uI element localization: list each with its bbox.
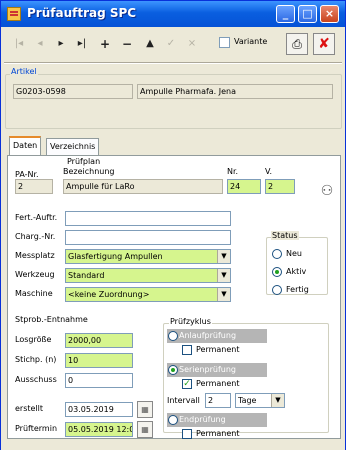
status-aktiv-label: Aktiv xyxy=(286,267,307,276)
serien-label: Serienprüfung xyxy=(179,365,236,374)
nav-next-button[interactable]: ▸ xyxy=(53,35,69,53)
serien-unit-value: Tage xyxy=(238,396,257,405)
tab-verzeichnis[interactable]: Verzeichnis xyxy=(46,138,100,155)
messplatz-label: Messplatz xyxy=(15,251,55,260)
anlauf-header: Anlaufprüfung xyxy=(167,329,267,343)
status-neu-radio[interactable] xyxy=(272,249,282,259)
delete-button[interactable]: ✘ xyxy=(313,33,335,55)
pa-nr-label: PA-Nr. xyxy=(15,170,39,179)
artikel-name-field[interactable]: Ampulle Pharmafa. Jena xyxy=(137,84,333,99)
charg-nr-field[interactable] xyxy=(65,230,231,245)
pruefplan-label: Prüfplan xyxy=(67,157,101,166)
erstellt-label: erstellt xyxy=(15,404,44,413)
losgroesse-field[interactable]: 2000,00 xyxy=(65,333,133,348)
status-fertig-radio[interactable] xyxy=(272,285,282,295)
variant-label: Variante xyxy=(234,37,268,46)
chevron-down-icon[interactable]: ▼ xyxy=(217,269,230,282)
nr-field[interactable]: 24 xyxy=(227,179,261,194)
werkzeug-value: Standard xyxy=(68,271,105,280)
anlauf-radio[interactable] xyxy=(168,331,178,341)
artikel-number-field[interactable]: G0203-0598 xyxy=(13,84,133,99)
v-label: V. xyxy=(265,167,272,176)
maschine-label: Maschine xyxy=(15,289,53,298)
remove-button[interactable]: − xyxy=(119,35,135,53)
add-button[interactable]: + xyxy=(97,35,113,53)
print-button[interactable]: ⎙ xyxy=(286,33,308,55)
messplatz-value: Glasfertigung Ampullen xyxy=(68,252,163,261)
people-icon[interactable]: ⚇ xyxy=(317,181,337,201)
anlauf-label: Anlaufprüfung xyxy=(179,331,237,340)
end-permanent-checkbox[interactable] xyxy=(182,429,192,439)
stichp-label: Stichp. (n) xyxy=(15,355,57,364)
maschine-select[interactable]: <keine Zuordnung> ▼ xyxy=(65,287,231,302)
ausschuss-label: Ausschuss xyxy=(15,375,57,384)
end-header: Endprüfung xyxy=(167,413,267,427)
maschine-value: <keine Zuordnung> xyxy=(68,290,150,299)
werkzeug-select[interactable]: Standard ▼ xyxy=(65,268,231,283)
close-window-button[interactable]: × xyxy=(320,5,339,23)
confirm-button[interactable]: ✓ xyxy=(163,35,179,53)
minimize-button[interactable]: _ xyxy=(276,5,295,23)
pa-nr-field[interactable]: 2 xyxy=(15,179,53,194)
toolbar-divider xyxy=(4,62,342,64)
end-radio[interactable] xyxy=(168,415,178,425)
messplatz-select[interactable]: Glasfertigung Ampullen ▼ xyxy=(65,249,231,264)
serien-intervall-field[interactable]: 2 xyxy=(205,393,231,408)
status-aktiv-radio[interactable] xyxy=(272,267,282,277)
status-fertig-label: Fertig xyxy=(286,285,309,294)
serien-intervall-label: Intervall xyxy=(167,396,200,405)
stichprobe-section-label: Stprob.-Entnahme xyxy=(15,315,88,324)
nav-last-button[interactable]: ▸| xyxy=(74,35,90,53)
nav-prev-button[interactable]: ◂ xyxy=(32,35,48,53)
serien-unit-select[interactable]: Tage ▼ xyxy=(235,393,285,408)
end-permanent-label: Permanent xyxy=(196,429,240,438)
variant-checkbox[interactable] xyxy=(219,37,230,48)
charg-nr-label: Charg.-Nr. xyxy=(15,232,56,241)
status-neu-label: Neu xyxy=(286,249,302,258)
pruefzyklus-label: Prüfzyklus xyxy=(169,317,212,326)
fert-auftr-field[interactable] xyxy=(65,211,231,226)
status-strip xyxy=(1,442,345,450)
anlauf-permanent-label: Permanent xyxy=(196,345,240,354)
serien-permanent-label: Permanent xyxy=(196,379,240,388)
bezeichnung-field[interactable]: Ampulle für LaRo xyxy=(63,179,223,194)
artikel-group xyxy=(5,74,342,129)
artikel-group-label: Artikel xyxy=(10,67,38,76)
pruftermin-field[interactable]: 05.05.2019 12:0 xyxy=(65,422,133,437)
serien-permanent-checkbox[interactable]: ✓ xyxy=(182,379,192,389)
calendar-icon[interactable]: ▦ xyxy=(137,401,153,418)
stichp-field[interactable]: 10 xyxy=(65,353,133,368)
v-field[interactable]: 2 xyxy=(265,179,295,194)
serien-radio[interactable] xyxy=(168,365,178,375)
cancel-edit-button[interactable]: ⨯ xyxy=(184,35,200,53)
ausschuss-field[interactable]: 0 xyxy=(65,373,133,388)
end-label: Endprüfung xyxy=(179,415,226,424)
chevron-down-icon[interactable]: ▼ xyxy=(217,288,230,301)
calendar-icon[interactable]: ▦ xyxy=(137,421,153,438)
status-group-label: Status xyxy=(271,231,299,240)
chevron-down-icon[interactable]: ▼ xyxy=(271,394,284,407)
maximize-button[interactable]: □ xyxy=(298,5,317,23)
up-button[interactable]: ▲ xyxy=(142,35,158,53)
window: Prüfauftrag SPC _ □ × |◂ ◂ ▸ ▸| + − ▲ ✓ … xyxy=(0,0,346,450)
nr-label: Nr. xyxy=(227,167,239,176)
bezeichnung-label: Bezeichnung xyxy=(63,167,115,176)
window-title: Prüfauftrag SPC xyxy=(27,6,137,20)
serien-header: Serienprüfung xyxy=(167,363,267,377)
werkzeug-label: Werkzeug xyxy=(15,270,55,279)
erstellt-field[interactable]: 03.05.2019 xyxy=(65,402,133,417)
fert-auftr-label: Fert.-Auftr. xyxy=(15,213,58,222)
chevron-down-icon[interactable]: ▼ xyxy=(217,250,230,263)
pruftermin-label: Prüftermin xyxy=(15,424,58,433)
tab-daten[interactable]: Daten xyxy=(9,136,42,156)
title-bar: Prüfauftrag SPC _ □ × xyxy=(1,1,345,27)
app-icon xyxy=(7,7,21,21)
toolbar: |◂ ◂ ▸ ▸| + − ▲ ✓ ⨯ Variante ⎙ ✘ xyxy=(5,31,341,59)
losgroesse-label: Losgröße xyxy=(15,335,52,344)
anlauf-permanent-checkbox[interactable] xyxy=(182,345,192,355)
nav-first-button[interactable]: |◂ xyxy=(11,35,27,53)
